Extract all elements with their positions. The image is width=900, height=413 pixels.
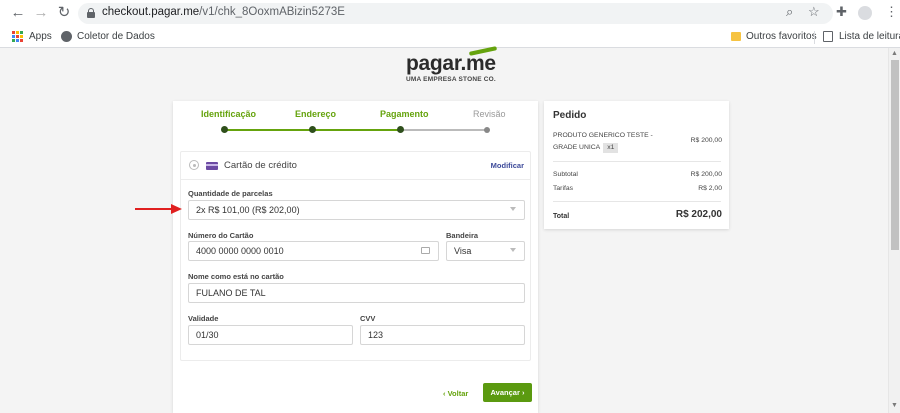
extensions-icon[interactable]: ✚ [836,4,847,20]
divider [553,161,721,162]
reload-icon[interactable]: ↻ [55,4,73,22]
installments-select[interactable]: 2x R$ 101,00 (R$ 202,00) [188,200,525,220]
validity-label: Validade [188,314,219,323]
forward-arrow-icon[interactable]: → [32,4,50,22]
brand-label: Bandeira [446,231,479,240]
progress-line-pending [400,129,488,131]
payment-radio[interactable] [189,160,199,170]
folder-icon [731,32,741,41]
total-value: R$ 202,00 [675,209,722,220]
globe-icon [61,31,72,42]
installments-value: 2x R$ 101,00 (R$ 202,00) [196,205,300,215]
address-bar[interactable]: checkout.pagar.me/v1/chk_8OoxmABizin5273… [78,3,833,24]
product-price: R$ 200,00 [690,137,722,144]
zoom-icon[interactable]: ⌕ [786,4,793,20]
step-identificacao[interactable]: Identificação [201,109,256,119]
qty-badge: x1 [603,143,619,153]
star-icon[interactable]: ☆ [808,4,820,20]
back-arrow-icon[interactable]: ← [9,4,27,22]
credit-card-icon [206,162,218,170]
reading-list-icon [823,31,833,42]
card-input-icon [421,247,430,254]
step-dot-2 [309,126,316,133]
step-revisao: Revisão [473,109,506,119]
installments-label: Quantidade de parcelas [188,189,273,198]
url-text: checkout.pagar.me/v1/chk_8OoxmABizin5273… [102,6,345,18]
brand-value: Visa [454,246,472,256]
cvv-label: CVV [360,314,376,323]
chevron-down-icon [510,248,516,252]
name-label: Nome como está no cartão [188,272,284,281]
bookmark-outros[interactable]: Outros favoritos [746,31,817,42]
bookmark-lista[interactable]: Lista de leitura [839,31,900,42]
validity-input[interactable]: 01/30 [188,325,353,345]
total-label: Total [553,213,570,220]
fees-label: Tarifas [553,185,574,192]
step-pagamento[interactable]: Pagamento [380,109,429,119]
cardholder-name-value: FULANO DE TAL [196,288,266,298]
fees-value: R$ 2,00 [698,185,722,192]
step-dot-4 [484,126,490,133]
apps-icon[interactable] [12,31,23,42]
product-name: PRODUTO GENERICO TESTE - GRADE UNICA x1 [553,132,653,153]
checkout-card: Identificação Endereço Pagamento Revisão… [173,101,538,413]
brand-logo: pagar.me [406,52,496,75]
cardholder-name-input[interactable]: FULANO DE TAL [188,283,525,303]
card-number-input[interactable]: 4000 0000 0000 0010 [188,241,439,261]
chevron-down-icon [510,207,516,211]
browser-toolbar: ← → ↻ checkout.pagar.me/v1/chk_8OoxmABiz… [0,0,900,27]
divider [553,201,721,202]
bookmark-apps[interactable]: Apps [29,31,52,42]
brand-tagline: UMA EMPRESA STONE CO. [406,76,496,83]
bookmarks-bar: Apps Coletor de Dados Outros favoritos L… [0,27,900,48]
scroll-up-icon[interactable]: ▲ [891,50,898,57]
card-number-value: 4000 0000 0000 0010 [196,246,284,256]
step-dot-1 [221,126,228,133]
validity-value: 01/30 [196,330,219,340]
subtotal-label: Subtotal [553,171,578,178]
bookmark-coletor[interactable]: Coletor de Dados [77,31,155,42]
step-endereco[interactable]: Endereço [295,109,336,119]
cvv-value: 123 [368,330,384,340]
scroll-down-icon[interactable]: ▼ [891,402,898,409]
lock-icon [87,8,95,18]
cvv-input[interactable]: 123 [360,325,525,345]
order-summary: Pedido PRODUTO GENERICO TESTE - GRADE UN… [544,101,729,229]
payment-section: Cartão de crédito Modificar Quantidade d… [180,151,531,361]
menu-icon[interactable]: ⋮ [885,4,898,20]
payment-method-label: Cartão de crédito [224,160,297,171]
card-number-label: Número do Cartão [188,231,254,240]
red-arrow-annotation [135,204,182,214]
brand-select[interactable]: Visa [446,241,525,261]
page-scrollbar[interactable]: ▲ ▼ [888,48,900,413]
profile-avatar[interactable] [858,6,872,20]
payment-method-header: Cartão de crédito Modificar [181,152,530,180]
advance-button[interactable]: Avançar › [483,383,532,402]
back-button[interactable]: ‹ Voltar [443,389,468,398]
step-dot-3 [397,126,404,133]
modify-link[interactable]: Modificar [491,161,524,170]
order-title: Pedido [553,110,587,121]
scroll-thumb[interactable] [891,60,899,250]
subtotal-value: R$ 200,00 [690,171,722,178]
bookmark-separator [814,31,815,44]
